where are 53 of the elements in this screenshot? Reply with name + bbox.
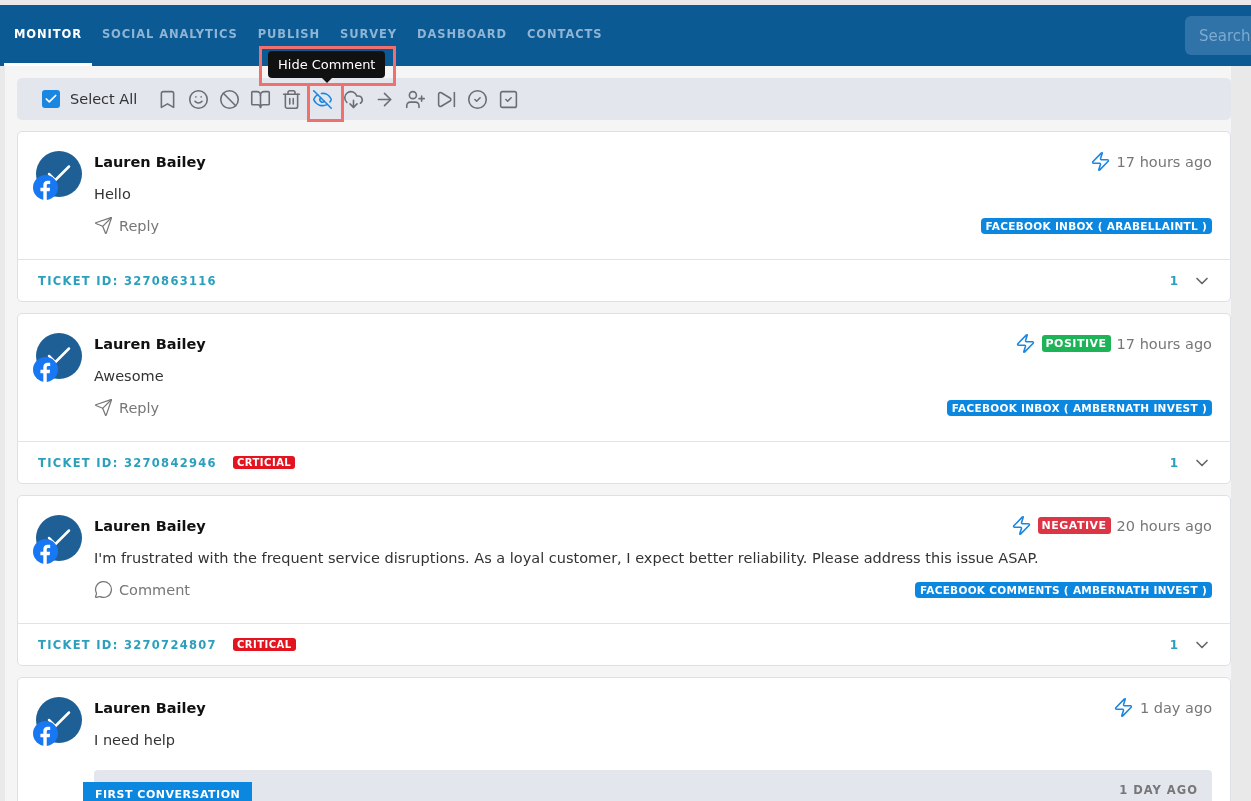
- author-name: Lauren Bailey: [94, 517, 206, 534]
- send-icon: [94, 398, 113, 417]
- author-name: Lauren Bailey: [94, 699, 206, 716]
- ticket-id: TICKET ID: 3270863116: [38, 273, 217, 288]
- comment-text: I'm frustrated with the frequent service disruptions. As a loyal customer, I expect better reliability. Please address this issue ASAP.: [94, 550, 1040, 566]
- source-tag: FACEBOOK INBOX ( AMBERNATH INVEST ): [946, 399, 1212, 416]
- conversation-badge: FIRST CONVERSATION: [83, 782, 253, 801]
- source-tag: FACEBOOK COMMENTS ( AMBERNATH INVEST ): [914, 581, 1212, 598]
- ticket-id: TICKET ID: 3270842946: [38, 455, 217, 470]
- nav-tab[interactable]: CONTACTS: [517, 5, 613, 66]
- lightning-icon: [1112, 697, 1134, 718]
- action-link[interactable]: Reply: [94, 216, 160, 235]
- action-label: Reply: [119, 217, 160, 234]
- priority-tag: CRTICIAL: [232, 456, 296, 469]
- timestamp: 20 hours ago: [1116, 517, 1212, 534]
- action-link[interactable]: Comment: [94, 580, 191, 599]
- action-label: Comment: [119, 581, 191, 598]
- timestamp: 17 hours ago: [1116, 153, 1212, 170]
- reply-count: 1: [1169, 273, 1178, 288]
- facebook-icon: [33, 539, 58, 564]
- nav-tab[interactable]: SOCIAL ANALYTICS: [91, 5, 248, 66]
- author-name: Lauren Bailey: [94, 335, 206, 352]
- source-tag: FACEBOOK INBOX ( ARABELLAINTL ): [980, 217, 1212, 234]
- action-label: Reply: [119, 399, 160, 416]
- sentiment-tag: POSITIVE: [1041, 335, 1111, 352]
- checkmark-icon: [44, 92, 58, 106]
- facebook-icon: [33, 175, 58, 200]
- conversation-time: 1 DAY AGO: [1119, 783, 1198, 797]
- sentiment-tag: NEGATIVE: [1037, 517, 1111, 534]
- tooltip: Hide Comment: [268, 51, 386, 78]
- comment-text: Hello: [94, 186, 132, 202]
- timestamp: 17 hours ago: [1116, 335, 1212, 352]
- author-name: Lauren Bailey: [94, 153, 206, 170]
- select-all-checkbox[interactable]: [42, 90, 60, 108]
- ticket-id: TICKET ID: 3270724807: [38, 637, 217, 652]
- facebook-icon: [33, 357, 58, 382]
- priority-tag: CRITICAL: [232, 638, 296, 651]
- speech-bubble-icon: [94, 580, 113, 599]
- lightning-icon: [1010, 515, 1032, 536]
- lightning-icon: [1089, 151, 1111, 172]
- facebook-icon: [33, 721, 58, 746]
- lightning-icon: [1014, 333, 1036, 354]
- nav-tab[interactable]: DASHBOARD: [407, 5, 517, 66]
- reply-count: 1: [1169, 637, 1178, 652]
- select-all-label: Select All: [70, 91, 138, 107]
- tooltip-pointer-icon: [321, 78, 332, 83]
- search-field[interactable]: Search: [1185, 16, 1251, 55]
- reply-count: 1: [1169, 455, 1178, 470]
- action-link[interactable]: Reply: [94, 398, 160, 417]
- timestamp: 1 day ago: [1139, 699, 1212, 716]
- comment-text: Awesome: [94, 368, 165, 384]
- comment-text: I need help: [94, 732, 177, 748]
- send-icon: [94, 216, 113, 235]
